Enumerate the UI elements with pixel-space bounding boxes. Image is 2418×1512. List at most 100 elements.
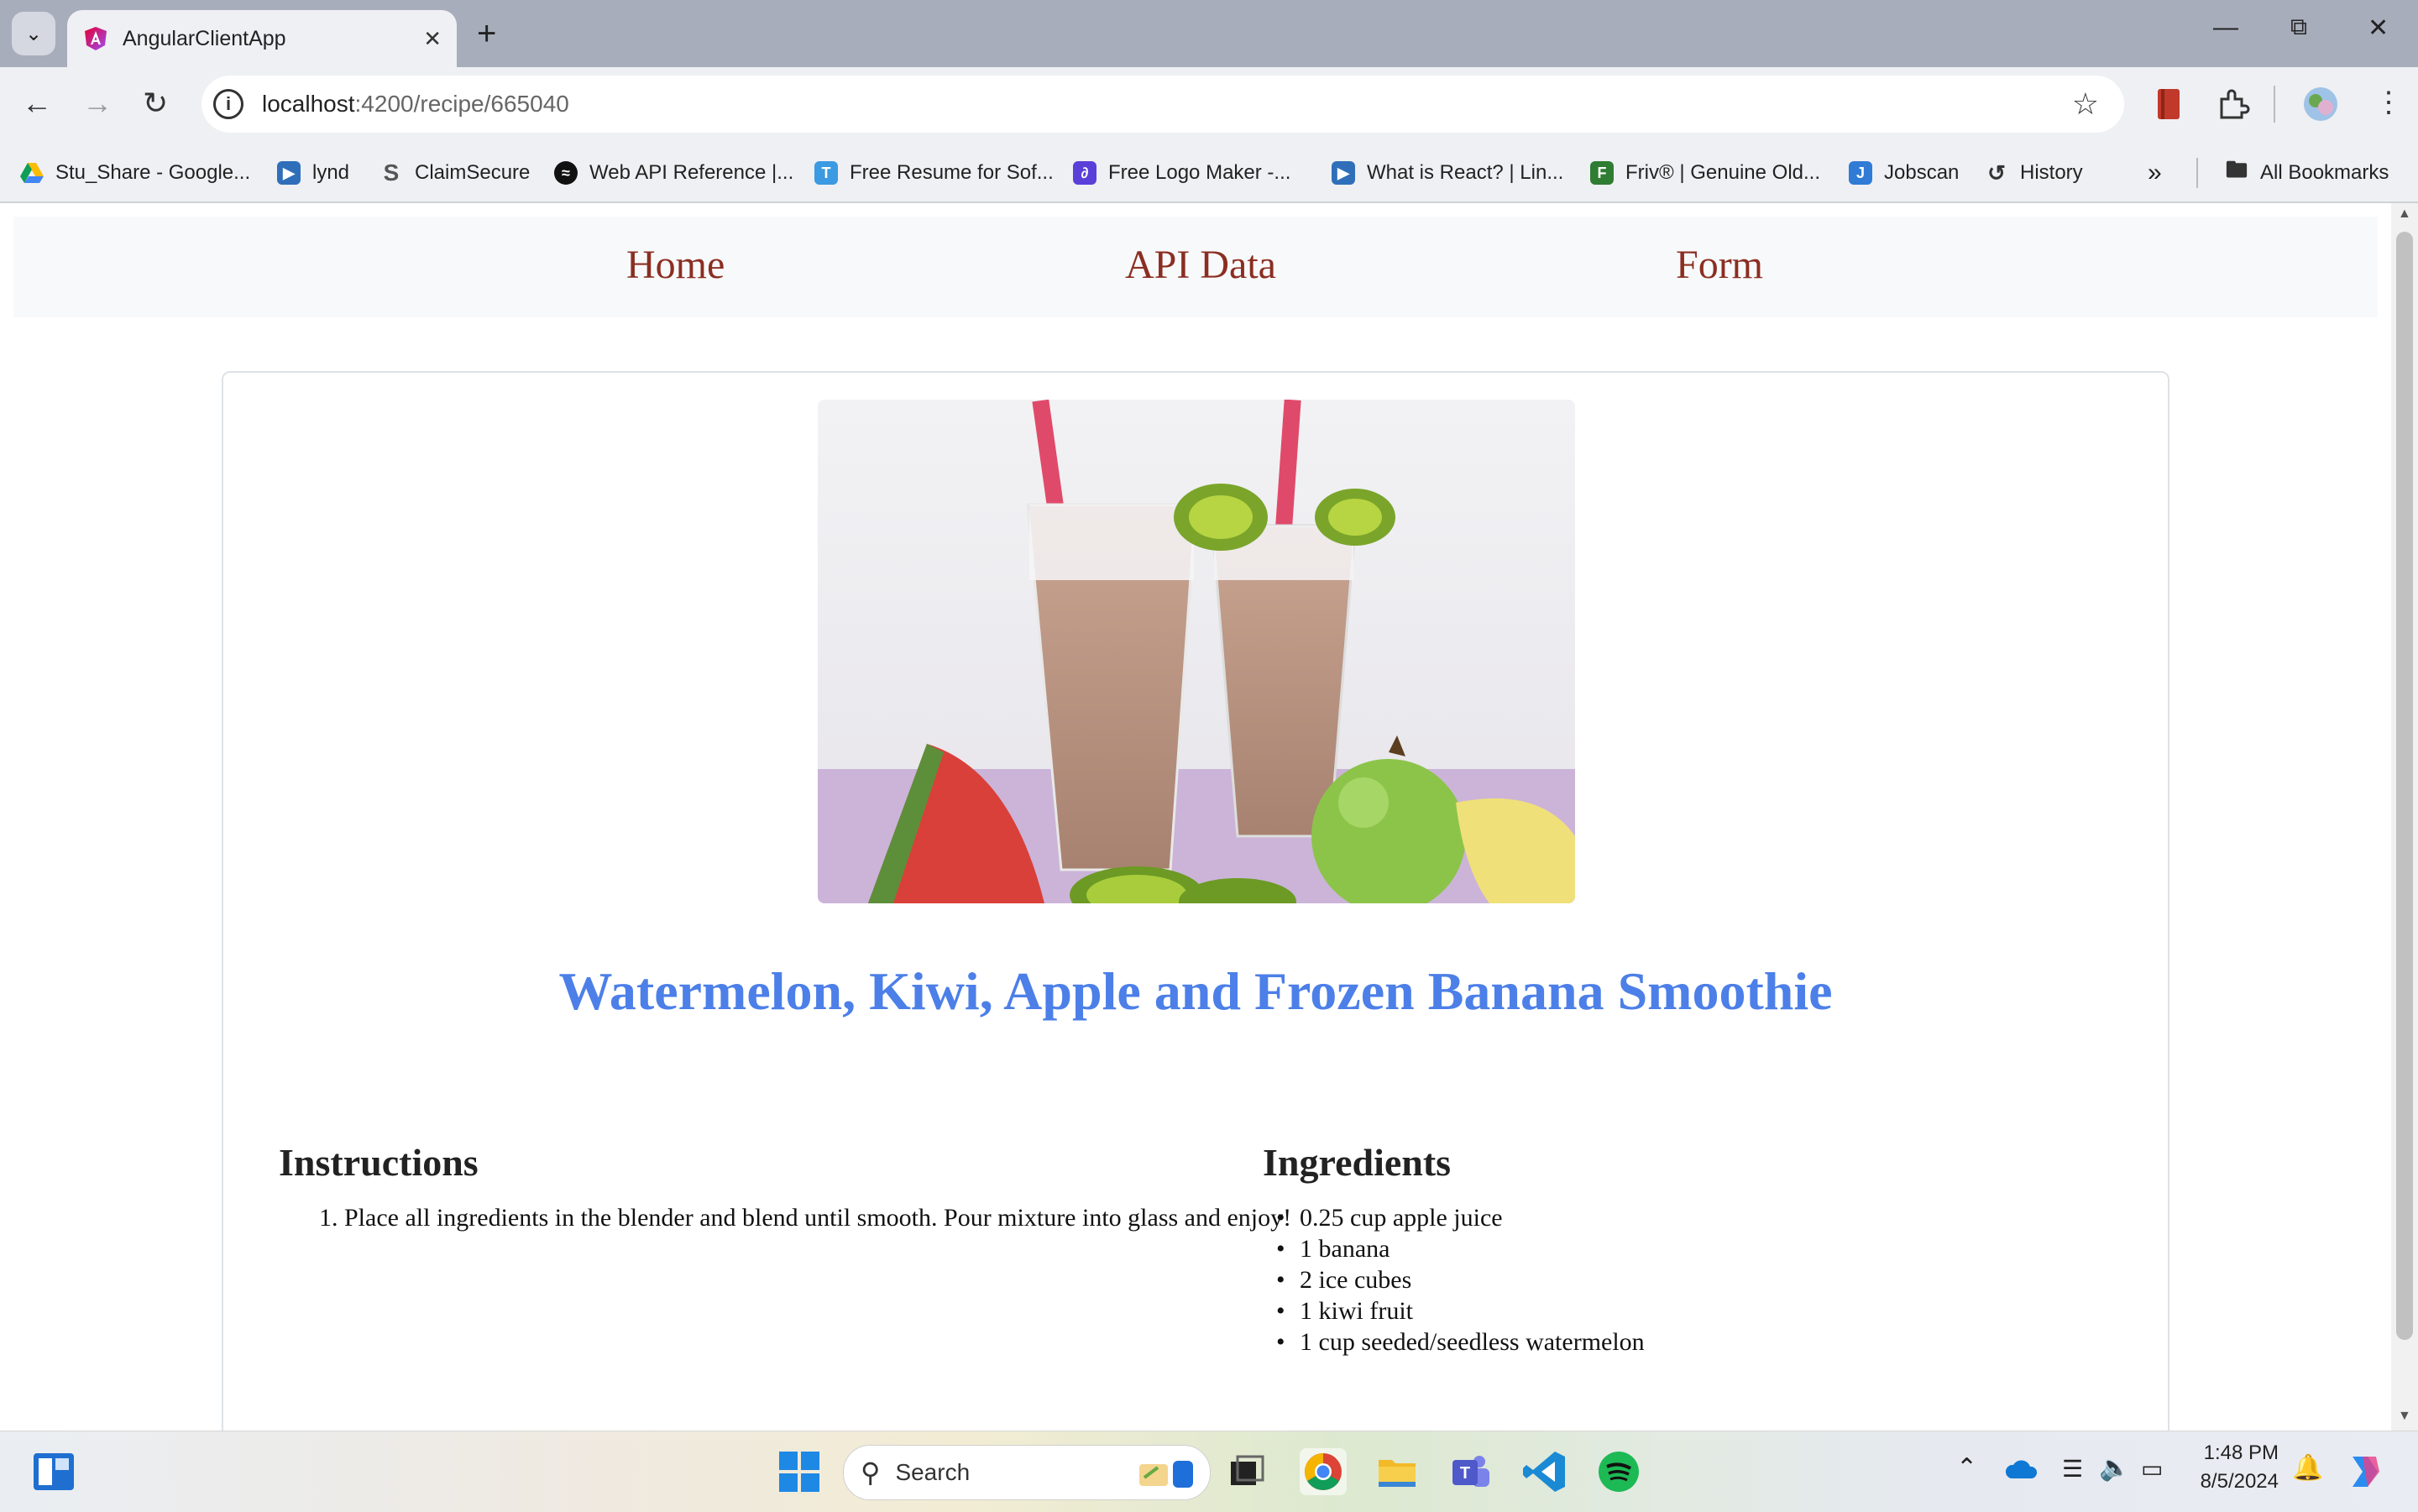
chrome-icon[interactable] xyxy=(1300,1448,1347,1495)
profile-avatar[interactable] xyxy=(2302,86,2339,123)
chevron-down-icon: ⌄ xyxy=(24,22,43,45)
tray-overflow-icon[interactable]: ⌃ xyxy=(1956,1453,1977,1483)
nav-link-form[interactable]: Form xyxy=(1676,242,1763,288)
scroll-up-icon[interactable]: ▲ xyxy=(2398,207,2411,222)
recipe-image xyxy=(818,400,1575,903)
bookmark-label: Friv® | Genuine Old... xyxy=(1625,161,1820,184)
chevron-double-right-icon: » xyxy=(2148,159,2162,186)
bookmark-label: What is React? | Lin... xyxy=(1367,161,1564,184)
new-tab-button[interactable]: + xyxy=(477,12,496,55)
bookmark-star-icon[interactable]: ☆ xyxy=(2072,86,2099,122)
jobscan-icon: J xyxy=(1849,161,1872,185)
bookmark-label: History xyxy=(2020,161,2083,184)
close-window-icon[interactable]: ✕ xyxy=(2368,13,2389,43)
search-label: Search xyxy=(895,1459,971,1485)
nav-link-api-data[interactable]: API Data xyxy=(1125,242,1276,288)
onedrive-icon[interactable] xyxy=(2005,1458,2037,1480)
page-viewport: Home API Data Form Watermelon, Kiwi, App… xyxy=(0,203,2391,1431)
file-explorer-icon[interactable] xyxy=(1374,1448,1421,1495)
reload-icon[interactable]: ↻ xyxy=(143,86,168,121)
bookmark-label: Jobscan xyxy=(1884,161,1960,184)
clock[interactable]: 1:48 PM 8/5/2024 xyxy=(2191,1441,2279,1494)
all-bookmarks-label: All Bookmarks xyxy=(2260,161,2389,184)
claimsecure-icon: S xyxy=(383,160,400,186)
page-scrollbar[interactable]: ▲ ▼ xyxy=(2391,203,2418,1431)
bookmark-item[interactable]: ▶ lynd xyxy=(277,154,349,191)
ingredient-item: 1 kiwi fruit xyxy=(1276,1295,2116,1326)
friv-icon: F xyxy=(1590,161,1614,185)
task-view-icon[interactable] xyxy=(1222,1448,1269,1495)
site-info-icon[interactable]: i xyxy=(213,89,243,119)
ingredients-heading: Ingredients xyxy=(1263,1141,1452,1184)
more-menu-icon[interactable]: ⋮ xyxy=(2374,86,2403,119)
history-icon: ↺ xyxy=(1987,160,2006,186)
spotify-icon: ≈ xyxy=(554,161,578,185)
bookmark-label: ClaimSecure xyxy=(415,161,531,184)
ingredient-item: 1 banana xyxy=(1276,1233,2116,1264)
bookmarks-overflow-button[interactable]: » xyxy=(2148,154,2162,191)
svg-text:T: T xyxy=(1460,1464,1470,1483)
extensions-puzzle-icon[interactable] xyxy=(2216,87,2250,121)
instructions-list: Place all ingredients in the blender and… xyxy=(344,1202,1377,1233)
ingredient-item: 2 ice cubes xyxy=(1276,1264,2116,1295)
bookmark-item[interactable]: S ClaimSecure xyxy=(379,154,531,191)
browser-tab[interactable]: AngularClientApp ✕ xyxy=(67,10,457,67)
volume-icon[interactable]: 🔈 xyxy=(2099,1453,2130,1483)
wifi-icon[interactable]: ☰ xyxy=(2062,1455,2083,1483)
taskbar-search[interactable]: ⚲ Search xyxy=(843,1445,1211,1500)
bookmark-item[interactable]: ↺ History xyxy=(1985,154,2083,191)
bookmark-item[interactable]: F Friv® | Genuine Old... xyxy=(1590,154,1820,191)
ingredients-list: 0.25 cup apple juice 1 banana 2 ice cube… xyxy=(1276,1202,2116,1358)
forward-icon[interactable]: → xyxy=(82,86,113,121)
browser-toolbar: ← → ↻ i localhost:4200/recipe/665040 ☆ ⋮ xyxy=(0,67,2418,144)
restore-icon[interactable]: ⧉ xyxy=(2290,13,2307,41)
bookmark-item[interactable]: ▶ What is React? | Lin... xyxy=(1332,154,1563,191)
copilot-icon[interactable] xyxy=(2342,1450,2386,1494)
url-text[interactable]: localhost:4200/recipe/665040 xyxy=(262,91,569,118)
bookmark-item[interactable]: ≈ Web API Reference |... xyxy=(554,154,793,191)
vscode-icon[interactable] xyxy=(1521,1448,1568,1495)
nav-link-home[interactable]: Home xyxy=(626,242,725,288)
instruction-step: Place all ingredients in the blender and… xyxy=(344,1202,1377,1233)
search-icon: ⚲ xyxy=(861,1457,881,1488)
tab-search-button[interactable]: ⌄ xyxy=(12,12,55,55)
bookmark-label: Web API Reference |... xyxy=(589,161,794,184)
ingredient-item: 1 cup seeded/seedless watermelon xyxy=(1276,1326,2116,1358)
toolbar-divider xyxy=(2274,86,2275,123)
address-bar[interactable]: i localhost:4200/recipe/665040 ☆ xyxy=(202,76,2124,133)
bookmark-item[interactable]: ∂ Free Logo Maker -... xyxy=(1073,154,1290,191)
spotify-app-icon[interactable] xyxy=(1595,1448,1642,1495)
browser-tab-strip: ⌄ AngularClientApp ✕ + — ⧉ ✕ xyxy=(0,0,2418,67)
windows-start-icon[interactable] xyxy=(776,1448,823,1495)
resume-icon: T xyxy=(814,161,838,185)
clock-time: 1:48 PM xyxy=(2203,1441,2279,1464)
battery-icon[interactable]: ▭ xyxy=(2141,1455,2163,1483)
recipe-title: Watermelon, Kiwi, Apple and Frozen Banan… xyxy=(558,961,1833,1021)
scroll-thumb[interactable] xyxy=(2396,232,2413,1340)
minimize-icon[interactable]: — xyxy=(2213,13,2238,42)
clock-date: 8/5/2024 xyxy=(2200,1470,2279,1493)
extension-book-icon[interactable] xyxy=(2156,87,2181,121)
tab-title: AngularClientApp xyxy=(123,26,286,50)
angular-icon xyxy=(85,27,107,50)
lynda-icon: ▶ xyxy=(277,161,301,185)
logo-maker-icon: ∂ xyxy=(1073,161,1096,185)
bookmark-label: Free Resume for Sof... xyxy=(850,161,1054,184)
bookmark-item[interactable]: Stu_Share - Google... xyxy=(20,154,250,191)
teams-icon[interactable]: T xyxy=(1447,1448,1494,1495)
scroll-down-icon[interactable]: ▼ xyxy=(2398,1409,2411,1424)
bookmark-item[interactable]: J Jobscan xyxy=(1849,154,1959,191)
bookmark-item[interactable]: T Free Resume for Sof... xyxy=(814,154,1054,191)
all-bookmarks-button[interactable]: 🖿 All Bookmarks xyxy=(2225,154,2389,191)
recipe-card: Watermelon, Kiwi, Apple and Frozen Banan… xyxy=(222,371,2169,1431)
bookmark-label: Stu_Share - Google... xyxy=(55,161,251,184)
search-highlight-icon xyxy=(1139,1461,1193,1488)
instructions-heading: Instructions xyxy=(279,1141,479,1184)
notification-bell-icon[interactable]: 🔔 xyxy=(2292,1453,2323,1483)
tab-close-icon[interactable]: ✕ xyxy=(423,26,442,52)
bookmarks-divider xyxy=(2196,158,2198,188)
bookmark-label: lynd xyxy=(312,161,350,184)
back-icon[interactable]: ← xyxy=(22,86,52,121)
windows-taskbar: ⚲ Search T ⌃ ☰ 🔈 ▭ 1:48 PM 8/5/2024 🔔 xyxy=(0,1431,2418,1512)
widgets-icon[interactable] xyxy=(30,1448,77,1495)
